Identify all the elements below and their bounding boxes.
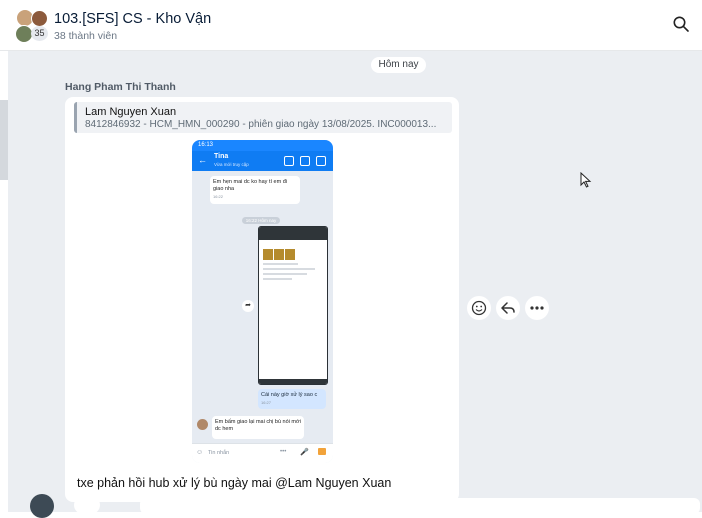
mouse-cursor-icon: [580, 171, 592, 193]
attached-image[interactable]: 16:13 ← Tina Vừa mới truy cập Em hẹn mai…: [192, 140, 333, 463]
share-icon: ➦: [242, 300, 254, 312]
sticker-icon: ☺: [196, 449, 204, 456]
phone-sent-text: Cái này giờ xử lý sao c: [261, 392, 318, 398]
group-title[interactable]: 103.[SFS] CS - Kho Vận: [54, 11, 211, 27]
quoted-text: 8412846932 - HCM_HMN_000290 - phiên giao…: [85, 119, 437, 130]
nested-screenshot: [258, 226, 328, 385]
quoted-author: Lam Nguyen Xuan: [85, 106, 177, 118]
contact-name: Tina: [214, 153, 229, 160]
phone-input-placeholder: Tin nhắn: [208, 450, 230, 456]
phone-message-text: Em hẹn mai dc ko hay tí em đi giao nha: [213, 179, 287, 192]
avatar[interactable]: [30, 494, 54, 518]
back-arrow-icon: ←: [198, 155, 207, 165]
member-avatar: [31, 10, 48, 27]
member-count[interactable]: 38 thành viên: [54, 30, 117, 42]
scrollbar[interactable]: [0, 100, 8, 180]
message-text: txe phản hồi hub xử lý bù ngày mai @Lam …: [77, 476, 392, 490]
message-bubble[interactable]: Lam Nguyen Xuan 8412846932 - HCM_HMN_000…: [65, 97, 459, 502]
emoji-icon[interactable]: [467, 296, 491, 320]
phone-date-divider: 16:22 Hôm nay: [242, 217, 280, 224]
mic-icon: 🎤: [300, 449, 309, 456]
reply-icon[interactable]: [496, 296, 520, 320]
next-message-preview: [30, 494, 702, 518]
group-avatar[interactable]: 35: [14, 9, 50, 43]
call-icon: [284, 156, 294, 166]
phone-sent-time: 16:27: [261, 400, 272, 405]
phone-chat-header: ← Tina Vừa mới truy cập: [192, 151, 333, 171]
quoted-message[interactable]: Lam Nguyen Xuan 8412846932 - HCM_HMN_000…: [74, 102, 452, 133]
more-icon[interactable]: [525, 296, 549, 320]
phone-status-bar: 16:13: [192, 140, 333, 151]
nested-text-lines: [263, 263, 321, 283]
phone-input-bar: ☺ Tin nhắn ••• 🎤: [192, 443, 333, 463]
member-count-badge: 35: [31, 26, 48, 41]
phone-message-time: 16:22: [213, 194, 224, 199]
thumbnail: [285, 249, 295, 260]
more-icon: •••: [280, 449, 287, 455]
contact-status: Vừa mới truy cập: [214, 162, 249, 167]
nested-header: [259, 227, 327, 240]
phone-received-text: Em bấm giao lại mai chị bù nói mới dc he…: [215, 419, 301, 432]
phone-avatar: [197, 419, 208, 430]
thumbnail: [274, 249, 284, 260]
date-divider: Hôm nay: [371, 57, 426, 73]
chat-header: 35 103.[SFS] CS - Kho Vận 38 thành viên: [0, 0, 702, 51]
phone-sent-message: Cái này giờ xử lý sao c 16:27: [258, 389, 326, 409]
reaction-chip[interactable]: [74, 496, 100, 514]
search-icon[interactable]: [672, 15, 690, 33]
phone-message: Em hẹn mai dc ko hay tí em đi giao nha 1…: [210, 176, 300, 204]
menu-icon: [316, 156, 326, 166]
nested-footer: [259, 379, 327, 384]
sender-name[interactable]: Hang Pham Thi Thanh: [65, 81, 176, 93]
image-icon: [318, 448, 326, 455]
phone-received-message: Em bấm giao lại mai chị bù nói mới dc he…: [212, 416, 304, 439]
thumbnail: [263, 249, 273, 260]
video-icon: [300, 156, 310, 166]
